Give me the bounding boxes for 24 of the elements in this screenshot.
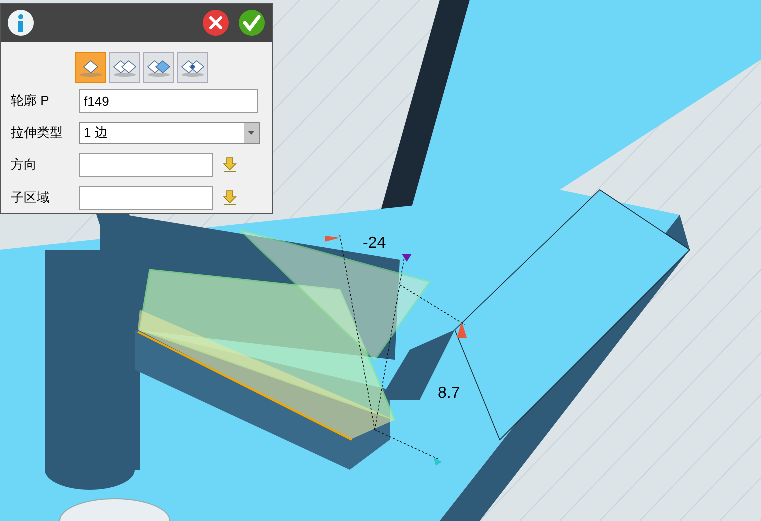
- field-label: 方向: [11, 156, 38, 174]
- dimension-handle[interactable]: [434, 458, 442, 466]
- dimension-label: -24: [363, 234, 386, 254]
- confirm-icon[interactable]: [238, 9, 266, 37]
- extrude-type-dropdown[interactable]: 1 边: [79, 122, 260, 144]
- close-icon[interactable]: [202, 9, 230, 37]
- extrude-mode-button[interactable]: [75, 52, 106, 83]
- field-label: 拉伸类型: [11, 124, 64, 142]
- dimension-label: 8.7: [438, 384, 460, 404]
- field-label: 轮廓 P: [11, 92, 50, 110]
- info-icon[interactable]: [7, 9, 35, 37]
- pick-arrow-icon[interactable]: [223, 190, 237, 206]
- caret-icon: [248, 131, 255, 135]
- dimension-handle[interactable]: [325, 236, 340, 242]
- dimension-handle[interactable]: [402, 254, 412, 262]
- extrude-mode-button[interactable]: [143, 52, 174, 83]
- extrude-mode-button[interactable]: [109, 52, 140, 83]
- extrude-mode-button[interactable]: [177, 52, 208, 83]
- profile-field[interactable]: f149: [79, 89, 258, 113]
- pick-arrow-icon[interactable]: [223, 157, 237, 173]
- selection-field[interactable]: [79, 153, 213, 177]
- dimension-handle[interactable]: [457, 322, 467, 338]
- field-label: 子区域: [11, 189, 51, 208]
- selection-field[interactable]: [79, 186, 213, 210]
